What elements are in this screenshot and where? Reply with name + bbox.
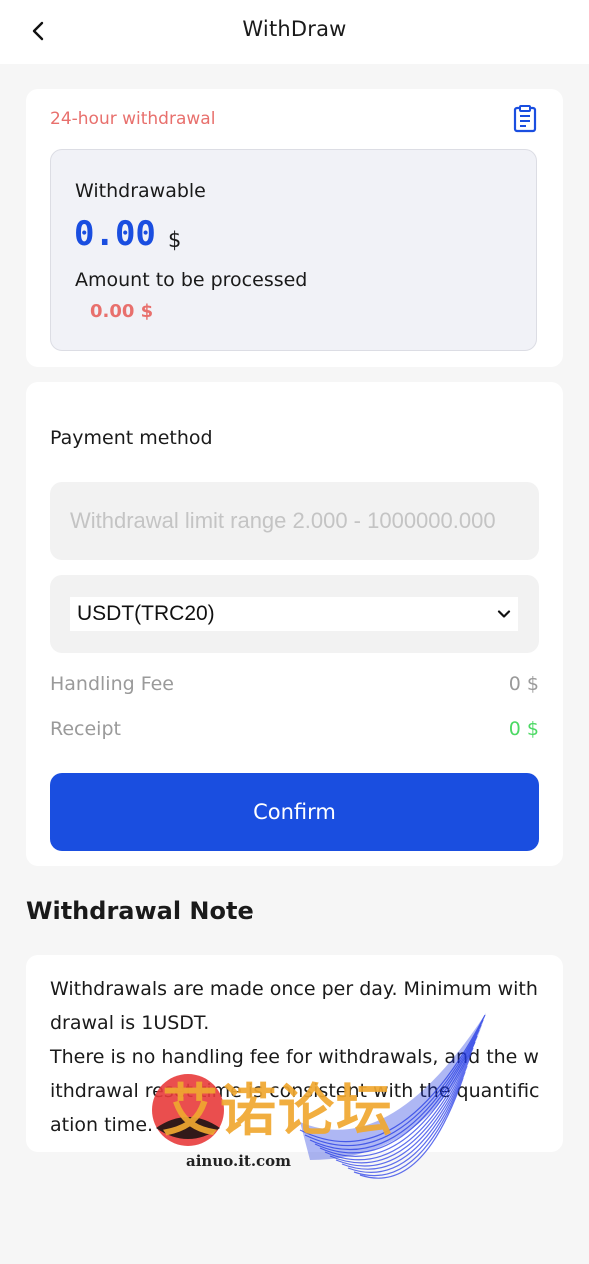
selected-payment-method: USDT(TRC20) — [77, 602, 215, 625]
chevron-down-icon — [497, 610, 511, 618]
pending-amount-value: 0.00 $ — [90, 301, 154, 322]
receipt-label: Receipt — [50, 718, 121, 740]
withdrawal-period-tag: 24-hour withdrawal — [50, 109, 216, 129]
balance-summary: Withdrawable 0.00 $ Amount to be process… — [50, 149, 537, 351]
amount-input[interactable] — [70, 482, 518, 560]
withdrawal-note-card: Withdrawals are made once per day. Minim… — [26, 955, 563, 1152]
clipboard-list-icon — [513, 105, 537, 133]
withdrawal-note-heading: Withdrawal Note — [26, 897, 254, 925]
pending-amount-label: Amount to be processed — [75, 269, 308, 291]
payment-method-select-wrapper: USDT(TRC20) — [50, 575, 539, 653]
top-bar: WithDraw — [0, 0, 589, 64]
note-line-2: There is no handling fee for withdrawals… — [50, 1046, 540, 1136]
withdraw-form-card: Payment method USDT(TRC20) Handling Fee … — [26, 382, 563, 866]
payment-method-label: Payment method — [50, 427, 213, 449]
note-line-1: Withdrawals are made once per day. Minim… — [50, 978, 538, 1034]
watermark-domain: ainuo.it.com — [186, 1152, 292, 1170]
balance-card: 24-hour withdrawal Withdrawable 0.00 $ A… — [26, 89, 563, 367]
handling-fee-label: Handling Fee — [50, 673, 175, 695]
amount-field-wrapper — [50, 482, 539, 560]
withdrawable-label: Withdrawable — [75, 180, 206, 202]
page-title: WithDraw — [242, 17, 347, 41]
handling-fee-value: 0 $ — [508, 673, 539, 695]
withdrawal-note-text: Withdrawals are made once per day. Minim… — [50, 972, 540, 1142]
withdrawable-amount: 0.00 — [74, 214, 156, 254]
withdrawal-record-button[interactable] — [513, 105, 537, 133]
confirm-button[interactable]: Confirm — [50, 773, 539, 851]
currency-unit: $ — [168, 228, 182, 252]
payment-method-select[interactable]: USDT(TRC20) — [70, 597, 518, 631]
receipt-value: 0 $ — [508, 718, 539, 740]
